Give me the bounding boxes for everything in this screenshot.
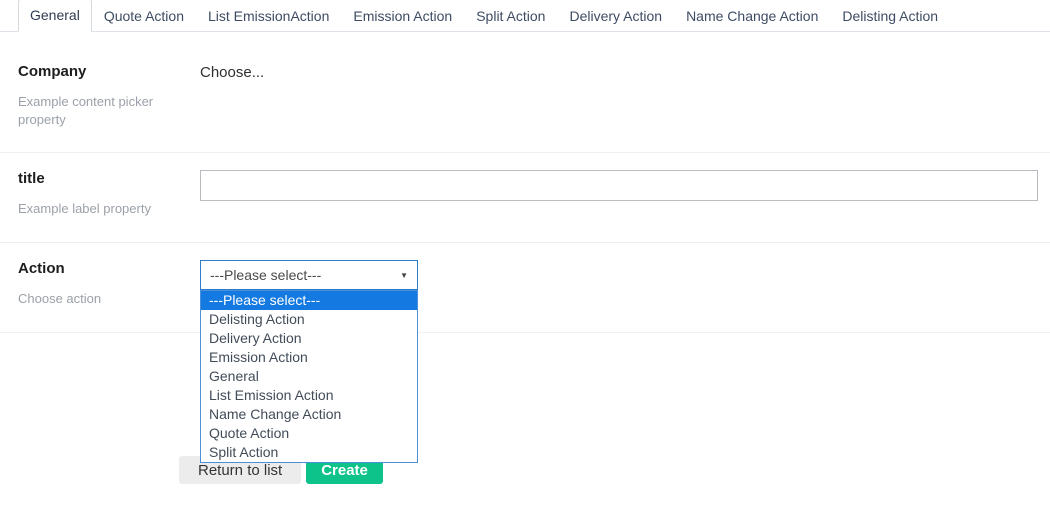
form-footer: Return to list Create [0,456,1050,484]
tab-delisting-action[interactable]: Delisting Action [830,1,950,31]
field-row-title: title Example label property [0,153,1050,243]
dropdown-option-split-action[interactable]: Split Action [201,443,417,462]
dropdown-option-delisting-action[interactable]: Delisting Action [201,310,417,329]
title-control-column [200,170,1038,242]
action-label-column: Action Choose action [18,260,200,332]
title-description: Example label property [18,201,151,216]
tab-bar: General Quote Action List EmissionAction… [0,0,1050,32]
dropdown-option-quote-action[interactable]: Quote Action [201,424,417,443]
action-select[interactable]: ---Please select--- ▼ [200,260,418,290]
tab-name-change-action[interactable]: Name Change Action [674,1,830,31]
dropdown-option-name-change-action[interactable]: Name Change Action [201,405,417,424]
field-row-company: Company Example content picker property … [0,32,1050,153]
action-control-column: ---Please select--- ▼ ---Please select--… [200,260,1038,463]
company-label-column: Company Example content picker property [18,63,200,152]
tab-split-action[interactable]: Split Action [464,1,557,31]
tab-emission-action[interactable]: Emission Action [341,1,464,31]
caret-down-icon: ▼ [400,270,408,280]
tab-general[interactable]: General [18,0,92,32]
tab-delivery-action[interactable]: Delivery Action [557,1,674,31]
action-select-value: ---Please select--- [210,267,322,283]
action-label: Action [18,260,65,277]
company-description: Example content picker property [18,94,154,127]
dropdown-option-emission-action[interactable]: Emission Action [201,348,417,367]
action-description: Choose action [18,291,102,306]
tab-quote-action[interactable]: Quote Action [92,1,196,31]
dropdown-option-general[interactable]: General [201,367,417,386]
title-label-column: title Example label property [18,170,200,242]
dropdown-option-please-select[interactable]: ---Please select--- [201,291,417,310]
field-row-action: Action Choose action ---Please select---… [0,243,1050,463]
action-dropdown-list: ---Please select--- Delisting Action Del… [200,290,418,463]
title-label: title [18,170,45,187]
company-control-column: Choose... [200,63,1038,152]
tab-list-emissionaction[interactable]: List EmissionAction [196,1,341,31]
title-input[interactable] [200,170,1038,201]
company-choose-link[interactable]: Choose... [200,64,264,81]
form-body: Company Example content picker property … [0,32,1050,484]
action-select-wrap: ---Please select--- ▼ ---Please select--… [200,260,418,463]
dropdown-option-list-emission-action[interactable]: List Emission Action [201,386,417,405]
dropdown-option-delivery-action[interactable]: Delivery Action [201,329,417,348]
company-label: Company [18,63,87,80]
